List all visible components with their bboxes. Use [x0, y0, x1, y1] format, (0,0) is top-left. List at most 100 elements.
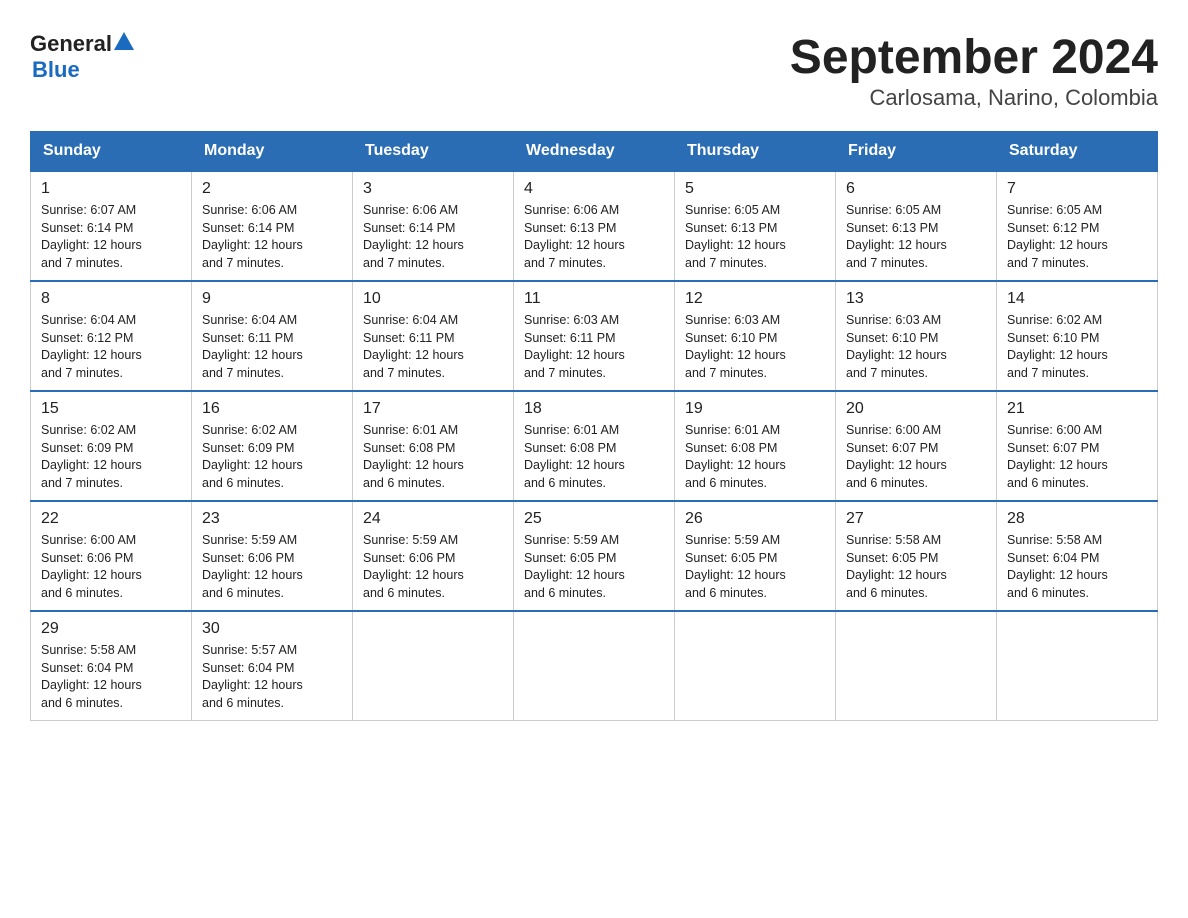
calendar-day-cell: 2 Sunrise: 6:06 AM Sunset: 6:14 PM Dayli…	[192, 171, 353, 281]
calendar-day-header: Thursday	[675, 132, 836, 172]
day-number: 25	[524, 510, 664, 528]
day-info: Sunrise: 6:03 AM Sunset: 6:11 PM Dayligh…	[524, 312, 664, 382]
day-number: 22	[41, 510, 181, 528]
day-number: 26	[685, 510, 825, 528]
day-number: 19	[685, 400, 825, 418]
calendar-day-cell	[514, 611, 675, 721]
calendar-table: SundayMondayTuesdayWednesdayThursdayFrid…	[30, 131, 1158, 721]
calendar-day-header: Saturday	[997, 132, 1158, 172]
day-number: 2	[202, 180, 342, 198]
calendar-day-cell: 13 Sunrise: 6:03 AM Sunset: 6:10 PM Dayl…	[836, 281, 997, 391]
calendar-day-cell: 11 Sunrise: 6:03 AM Sunset: 6:11 PM Dayl…	[514, 281, 675, 391]
calendar-day-cell: 3 Sunrise: 6:06 AM Sunset: 6:14 PM Dayli…	[353, 171, 514, 281]
day-number: 5	[685, 180, 825, 198]
day-info: Sunrise: 6:02 AM Sunset: 6:10 PM Dayligh…	[1007, 312, 1147, 382]
calendar-day-cell: 25 Sunrise: 5:59 AM Sunset: 6:05 PM Dayl…	[514, 501, 675, 611]
logo-blue-text: Blue	[32, 57, 80, 83]
calendar-day-cell	[997, 611, 1158, 721]
day-number: 8	[41, 290, 181, 308]
day-number: 13	[846, 290, 986, 308]
calendar-day-cell: 28 Sunrise: 5:58 AM Sunset: 6:04 PM Dayl…	[997, 501, 1158, 611]
calendar-day-cell: 19 Sunrise: 6:01 AM Sunset: 6:08 PM Dayl…	[675, 391, 836, 501]
calendar-week-row: 22 Sunrise: 6:00 AM Sunset: 6:06 PM Dayl…	[31, 501, 1158, 611]
day-info: Sunrise: 5:59 AM Sunset: 6:06 PM Dayligh…	[202, 532, 342, 602]
calendar-day-header: Monday	[192, 132, 353, 172]
calendar-day-cell: 14 Sunrise: 6:02 AM Sunset: 6:10 PM Dayl…	[997, 281, 1158, 391]
calendar-day-cell: 4 Sunrise: 6:06 AM Sunset: 6:13 PM Dayli…	[514, 171, 675, 281]
calendar-day-cell: 20 Sunrise: 6:00 AM Sunset: 6:07 PM Dayl…	[836, 391, 997, 501]
calendar-day-cell: 30 Sunrise: 5:57 AM Sunset: 6:04 PM Dayl…	[192, 611, 353, 721]
day-info: Sunrise: 6:03 AM Sunset: 6:10 PM Dayligh…	[846, 312, 986, 382]
day-number: 12	[685, 290, 825, 308]
day-number: 7	[1007, 180, 1147, 198]
day-number: 6	[846, 180, 986, 198]
day-info: Sunrise: 5:59 AM Sunset: 6:06 PM Dayligh…	[363, 532, 503, 602]
day-info: Sunrise: 6:04 AM Sunset: 6:11 PM Dayligh…	[202, 312, 342, 382]
calendar-day-cell: 9 Sunrise: 6:04 AM Sunset: 6:11 PM Dayli…	[192, 281, 353, 391]
header-title-block: September 2024 Carlosama, Narino, Colomb…	[790, 30, 1158, 111]
day-number: 18	[524, 400, 664, 418]
day-info: Sunrise: 5:58 AM Sunset: 6:04 PM Dayligh…	[1007, 532, 1147, 602]
day-info: Sunrise: 5:58 AM Sunset: 6:05 PM Dayligh…	[846, 532, 986, 602]
day-info: Sunrise: 5:59 AM Sunset: 6:05 PM Dayligh…	[685, 532, 825, 602]
calendar-day-cell: 24 Sunrise: 5:59 AM Sunset: 6:06 PM Dayl…	[353, 501, 514, 611]
calendar-day-cell: 18 Sunrise: 6:01 AM Sunset: 6:08 PM Dayl…	[514, 391, 675, 501]
calendar-day-cell: 29 Sunrise: 5:58 AM Sunset: 6:04 PM Dayl…	[31, 611, 192, 721]
calendar-day-header: Sunday	[31, 132, 192, 172]
day-number: 4	[524, 180, 664, 198]
calendar-day-cell: 15 Sunrise: 6:02 AM Sunset: 6:09 PM Dayl…	[31, 391, 192, 501]
day-info: Sunrise: 6:00 AM Sunset: 6:07 PM Dayligh…	[1007, 422, 1147, 492]
calendar-day-cell	[836, 611, 997, 721]
calendar-day-cell: 1 Sunrise: 6:07 AM Sunset: 6:14 PM Dayli…	[31, 171, 192, 281]
day-info: Sunrise: 6:06 AM Sunset: 6:14 PM Dayligh…	[363, 202, 503, 272]
day-info: Sunrise: 6:07 AM Sunset: 6:14 PM Dayligh…	[41, 202, 181, 272]
calendar-day-cell: 23 Sunrise: 5:59 AM Sunset: 6:06 PM Dayl…	[192, 501, 353, 611]
calendar-day-cell: 17 Sunrise: 6:01 AM Sunset: 6:08 PM Dayl…	[353, 391, 514, 501]
calendar-day-cell: 10 Sunrise: 6:04 AM Sunset: 6:11 PM Dayl…	[353, 281, 514, 391]
day-info: Sunrise: 5:59 AM Sunset: 6:05 PM Dayligh…	[524, 532, 664, 602]
calendar-week-row: 1 Sunrise: 6:07 AM Sunset: 6:14 PM Dayli…	[31, 171, 1158, 281]
day-number: 23	[202, 510, 342, 528]
day-info: Sunrise: 6:03 AM Sunset: 6:10 PM Dayligh…	[685, 312, 825, 382]
day-info: Sunrise: 6:02 AM Sunset: 6:09 PM Dayligh…	[202, 422, 342, 492]
calendar-title: September 2024	[790, 30, 1158, 85]
calendar-week-row: 8 Sunrise: 6:04 AM Sunset: 6:12 PM Dayli…	[31, 281, 1158, 391]
day-number: 28	[1007, 510, 1147, 528]
day-number: 30	[202, 620, 342, 638]
day-number: 16	[202, 400, 342, 418]
calendar-week-row: 15 Sunrise: 6:02 AM Sunset: 6:09 PM Dayl…	[31, 391, 1158, 501]
calendar-day-cell: 27 Sunrise: 5:58 AM Sunset: 6:05 PM Dayl…	[836, 501, 997, 611]
day-info: Sunrise: 6:05 AM Sunset: 6:13 PM Dayligh…	[685, 202, 825, 272]
day-info: Sunrise: 6:01 AM Sunset: 6:08 PM Dayligh…	[685, 422, 825, 492]
page-header: General Blue September 2024 Carlosama, N…	[30, 30, 1158, 111]
calendar-day-header: Tuesday	[353, 132, 514, 172]
calendar-week-row: 29 Sunrise: 5:58 AM Sunset: 6:04 PM Dayl…	[31, 611, 1158, 721]
day-number: 1	[41, 180, 181, 198]
calendar-day-cell: 5 Sunrise: 6:05 AM Sunset: 6:13 PM Dayli…	[675, 171, 836, 281]
logo-general-text: General	[30, 31, 112, 57]
calendar-day-cell	[353, 611, 514, 721]
day-number: 9	[202, 290, 342, 308]
day-number: 11	[524, 290, 664, 308]
day-info: Sunrise: 6:05 AM Sunset: 6:13 PM Dayligh…	[846, 202, 986, 272]
day-info: Sunrise: 6:01 AM Sunset: 6:08 PM Dayligh…	[524, 422, 664, 492]
calendar-header-row: SundayMondayTuesdayWednesdayThursdayFrid…	[31, 132, 1158, 172]
day-number: 20	[846, 400, 986, 418]
day-info: Sunrise: 6:00 AM Sunset: 6:07 PM Dayligh…	[846, 422, 986, 492]
calendar-day-cell: 22 Sunrise: 6:00 AM Sunset: 6:06 PM Dayl…	[31, 501, 192, 611]
day-number: 10	[363, 290, 503, 308]
day-info: Sunrise: 6:06 AM Sunset: 6:13 PM Dayligh…	[524, 202, 664, 272]
day-info: Sunrise: 6:06 AM Sunset: 6:14 PM Dayligh…	[202, 202, 342, 272]
day-info: Sunrise: 6:02 AM Sunset: 6:09 PM Dayligh…	[41, 422, 181, 492]
logo-triangle-icon	[113, 30, 135, 52]
day-info: Sunrise: 5:57 AM Sunset: 6:04 PM Dayligh…	[202, 642, 342, 712]
day-info: Sunrise: 6:04 AM Sunset: 6:12 PM Dayligh…	[41, 312, 181, 382]
day-number: 17	[363, 400, 503, 418]
day-info: Sunrise: 5:58 AM Sunset: 6:04 PM Dayligh…	[41, 642, 181, 712]
day-number: 29	[41, 620, 181, 638]
day-number: 3	[363, 180, 503, 198]
calendar-day-header: Friday	[836, 132, 997, 172]
calendar-day-cell: 21 Sunrise: 6:00 AM Sunset: 6:07 PM Dayl…	[997, 391, 1158, 501]
calendar-subtitle: Carlosama, Narino, Colombia	[790, 85, 1158, 111]
calendar-day-cell: 8 Sunrise: 6:04 AM Sunset: 6:12 PM Dayli…	[31, 281, 192, 391]
